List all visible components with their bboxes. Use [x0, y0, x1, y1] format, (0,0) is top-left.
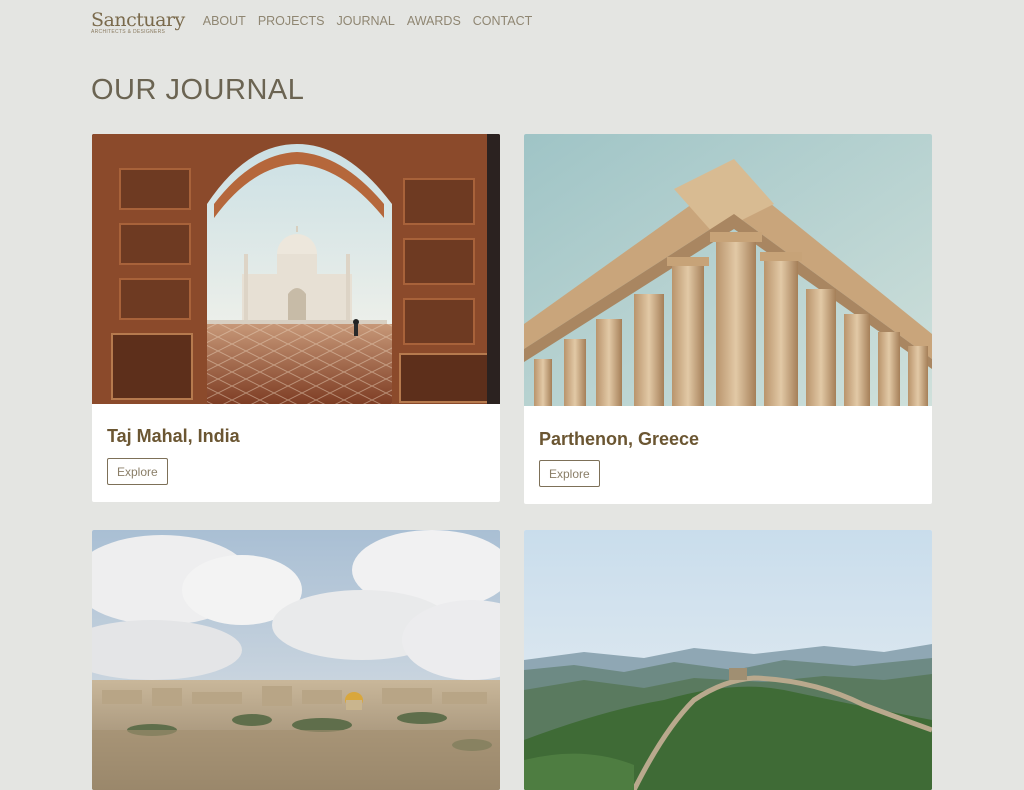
brand-logo[interactable]: Sanctuary ARCHITECTS & DESIGNERS — [91, 8, 185, 35]
explore-button-taj-mahal[interactable]: Explore — [107, 458, 168, 485]
card-title-parthenon: Parthenon, Greece — [539, 429, 700, 449]
nav-projects[interactable]: PROJECTS — [258, 14, 325, 28]
card-image-great-wall[interactable] — [524, 530, 932, 790]
card-image-taj-mahal[interactable] — [92, 134, 500, 404]
site-header: Sanctuary ARCHITECTS & DESIGNERS ABOUT P… — [91, 8, 532, 38]
nav-awards[interactable]: AWARDS — [407, 14, 461, 28]
page-title: OUR JOURNAL — [91, 74, 305, 106]
card-image-city[interactable] — [92, 530, 500, 790]
journal-card-great-wall — [524, 530, 932, 790]
journal-card-city — [92, 530, 500, 790]
journal-card-taj-mahal: Taj Mahal, India Explore — [92, 134, 500, 502]
nav-journal[interactable]: JOURNAL — [337, 14, 395, 28]
card-image-parthenon[interactable] — [524, 134, 932, 406]
nav-contact[interactable]: CONTACT — [473, 14, 533, 28]
journal-card-parthenon: Parthenon, Greece Explore — [524, 134, 932, 504]
nav-about[interactable]: ABOUT — [203, 14, 246, 28]
explore-button-parthenon[interactable]: Explore — [539, 460, 600, 487]
brand-tagline: ARCHITECTS & DESIGNERS — [91, 29, 166, 35]
main-nav: ABOUT PROJECTS JOURNAL AWARDS CONTACT — [203, 14, 533, 28]
card-title-taj-mahal: Taj Mahal, India — [107, 426, 240, 446]
